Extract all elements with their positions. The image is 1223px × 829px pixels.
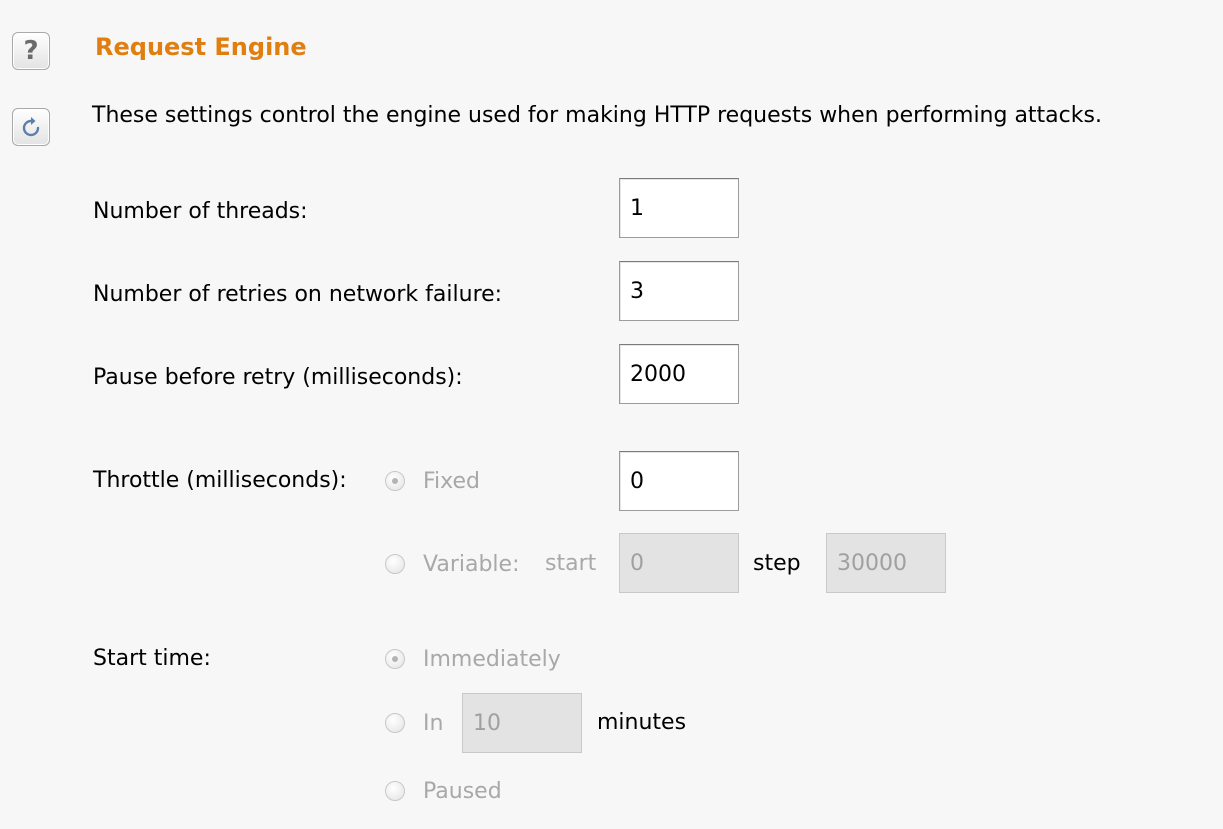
start-immediately-radio[interactable]: Immediately <box>385 645 561 673</box>
radio-unchecked-icon <box>385 781 405 801</box>
section-title: Request Engine <box>95 33 307 61</box>
restore-defaults-button[interactable] <box>12 108 50 146</box>
throttle-fixed-label: Fixed <box>423 468 481 494</box>
pause-input[interactable] <box>619 344 739 404</box>
throttle-label: Throttle (milliseconds): <box>93 468 347 493</box>
threads-label: Number of threads: <box>93 199 308 224</box>
start-immediately-label: Immediately <box>423 646 561 672</box>
throttle-variable-radio[interactable]: Variable: <box>385 550 520 578</box>
start-in-minutes-input[interactable] <box>462 693 582 753</box>
help-question-icon: ? <box>23 36 39 66</box>
radio-checked-icon <box>385 649 405 669</box>
throttle-step-input[interactable] <box>826 533 946 593</box>
restore-defaults-icon <box>22 117 40 137</box>
start-paused-radio[interactable]: Paused <box>385 777 502 805</box>
radio-checked-icon <box>385 471 405 491</box>
pause-label: Pause before retry (milliseconds): <box>93 365 463 390</box>
throttle-start-input[interactable] <box>619 533 739 593</box>
throttle-step-label: step <box>753 551 801 576</box>
throttle-fixed-input[interactable] <box>619 451 739 511</box>
start-in-label: In <box>423 710 444 736</box>
throttle-variable-label: Variable: <box>423 551 520 577</box>
retries-label: Number of retries on network failure: <box>93 282 503 307</box>
start-time-label: Start time: <box>93 646 211 671</box>
radio-unchecked-icon <box>385 554 405 574</box>
throttle-start-label: start <box>545 551 597 576</box>
threads-input[interactable] <box>619 178 739 238</box>
radio-unchecked-icon <box>385 713 405 733</box>
section-description: These settings control the engine used f… <box>92 103 1102 128</box>
retries-input[interactable] <box>619 261 739 321</box>
start-paused-label: Paused <box>423 778 502 804</box>
throttle-fixed-radio[interactable]: Fixed <box>385 467 480 495</box>
start-minutes-label: minutes <box>597 710 687 735</box>
start-in-radio[interactable]: In <box>385 709 443 737</box>
help-button[interactable]: ? <box>12 32 50 70</box>
